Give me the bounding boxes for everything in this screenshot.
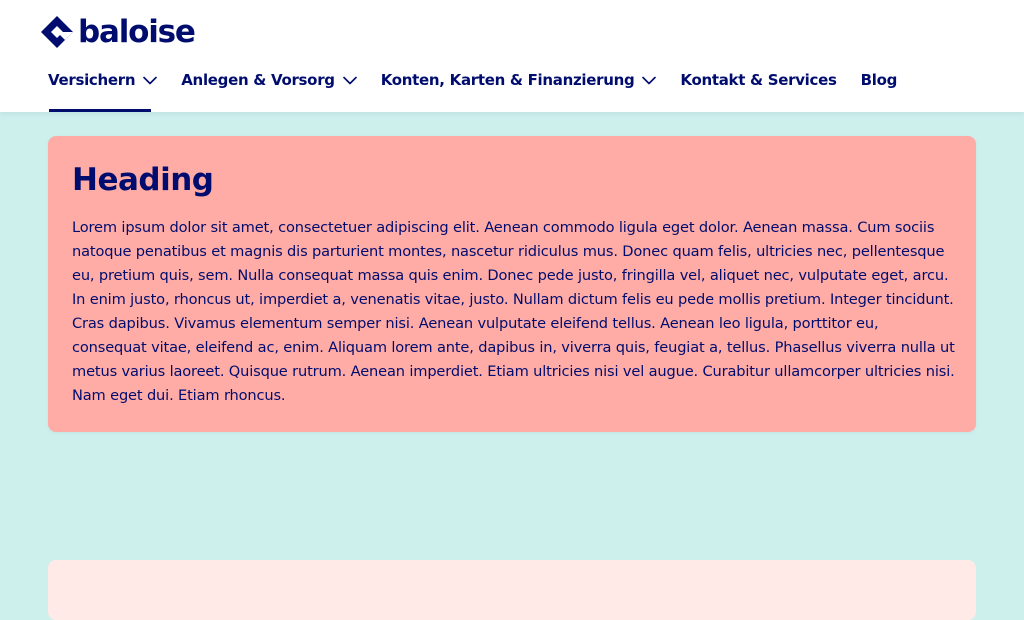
nav-item-label: Blog [860,71,898,89]
nav-item-anlegen-vorsorg[interactable]: Anlegen & Vorsorg [181,66,357,94]
nav-item-kontakt-services[interactable]: Kontakt & Services [680,66,837,94]
nav-item-label: Kontakt & Services [680,71,837,89]
chevron-down-icon [642,71,657,89]
card-body-text: Lorem ipsum dolor sit amet, consectetuer… [72,219,955,404]
brand-name: baloise [78,14,196,50]
site-header: baloise Versichern Anlegen & Vorsorg Konte… [0,0,1024,112]
nav-item-konten-karten-finanzierung[interactable]: Konten, Karten & Finanzierung [381,66,657,94]
baloise-diamond-icon [41,16,73,48]
chevron-down-icon [342,71,357,89]
nav-item-label: Versichern [48,71,136,89]
nav-item-versichern[interactable]: Versichern [48,66,158,112]
nav-item-label: Anlegen & Vorsorg [181,71,335,89]
content-card-secondary [48,560,976,620]
chevron-down-icon [143,71,158,89]
card-heading: Heading [72,162,214,198]
baloise-logo[interactable]: baloise [40,14,196,50]
nav-item-label: Konten, Karten & Finanzierung [380,71,635,89]
nav-item-blog[interactable]: Blog [860,66,898,94]
main-navigation: Versichern Anlegen & Vorsorg Konten, Karte… [48,66,921,112]
content-card: Heading Lorem ipsum dolor sit amet, cons… [48,136,976,432]
